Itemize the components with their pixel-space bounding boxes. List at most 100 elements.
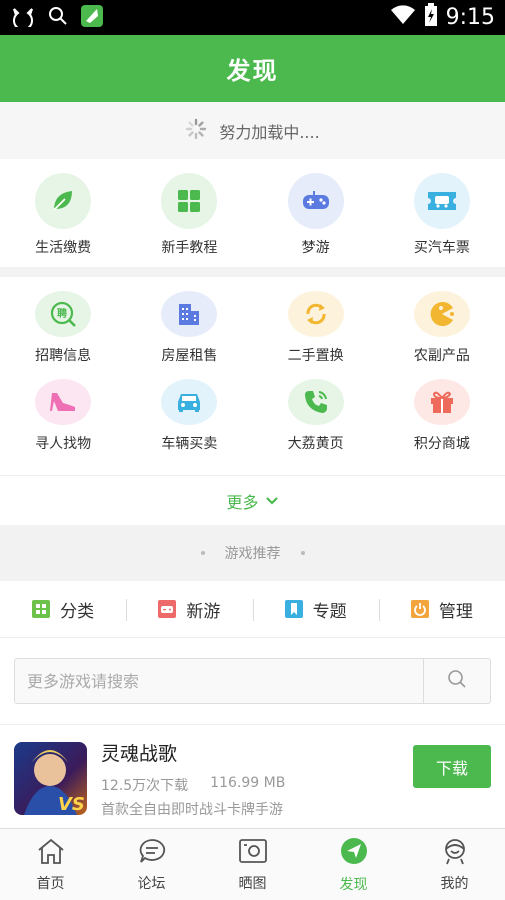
grid-item-label: 寻人找物	[35, 436, 92, 452]
manage-icon	[410, 600, 429, 618]
recruit-icon: 聘	[35, 291, 92, 337]
search-button[interactable]	[423, 659, 490, 703]
app-icon	[80, 4, 104, 32]
gamepad-icon	[287, 173, 344, 229]
wifi-icon	[390, 4, 416, 31]
tab-label: 管理	[438, 601, 473, 622]
grid-item-grid[interactable]: 新手教程	[126, 159, 252, 267]
grid-item-exchange[interactable]: 二手置换	[253, 277, 379, 365]
nav-item-home[interactable]: 首页	[0, 829, 101, 900]
tab-manage[interactable]: 管理	[378, 581, 505, 637]
nav-item-forum[interactable]: 论坛	[101, 829, 202, 900]
category-icon	[32, 600, 51, 618]
leaf-icon	[35, 173, 92, 229]
loading-banner: 努力加载中....	[0, 102, 505, 159]
nav-item-profile[interactable]: 我的	[404, 829, 505, 900]
grid-item-label: 招聘信息	[35, 348, 92, 364]
profile-icon	[440, 837, 470, 869]
grid-item-bus-ticket[interactable]: 买汽车票	[379, 159, 505, 267]
game-description: 首款全自由即时战斗卡牌手游	[101, 802, 283, 818]
bookmark-icon	[284, 600, 303, 618]
more-label: 更多	[226, 492, 259, 512]
bus-ticket-icon	[413, 173, 470, 229]
grid-item-label: 二手置换	[287, 348, 344, 364]
grid-item-label: 买汽车票	[413, 240, 470, 256]
home-icon	[36, 837, 66, 869]
chevron-down-icon	[265, 491, 279, 510]
tab-label: 分类	[60, 601, 95, 622]
nav-item-discover[interactable]: 发现	[303, 829, 404, 900]
service-grid-secondary: 聘招聘信息 房屋租售 二手置换 农副产品 寻人找物 车辆买卖 大荔黄页 积分商城	[0, 277, 505, 475]
grid-item-label: 房屋租售	[161, 348, 218, 364]
tab-new-game[interactable]: 新游	[126, 581, 252, 637]
search-icon	[48, 6, 68, 30]
nav-item-label: 首页	[36, 875, 65, 892]
new-game-icon	[158, 600, 177, 618]
download-button[interactable]: 下载	[413, 745, 491, 788]
building-icon	[161, 291, 218, 337]
grid-item-label: 车辆买卖	[161, 436, 218, 452]
bottom-nav: 首页 论坛 晒图 发现 我的	[0, 828, 505, 900]
service-grid-primary: 生活缴费 新手教程 梦游 买汽车票	[0, 159, 505, 267]
game-size: 116.99 MB	[210, 775, 286, 791]
pacman-icon	[413, 291, 470, 337]
game-list-item[interactable]: VS 灵魂战歌 12.5万次下载 116.99 MB 首款全自由即时战斗卡牌手游…	[0, 724, 505, 828]
spinner-icon	[185, 118, 207, 144]
grid-item-label: 梦游	[301, 240, 330, 256]
nav-item-label: 晒图	[238, 875, 267, 892]
tab-category[interactable]: 分类	[0, 581, 126, 637]
loading-text: 努力加载中....	[219, 122, 320, 142]
grid-item-gift[interactable]: 积分商城	[379, 365, 505, 453]
divider-dot	[200, 551, 205, 555]
discover-icon	[339, 836, 369, 870]
game-tabs: 分类 新游 专题 管理	[0, 581, 505, 638]
more-button[interactable]: 更多	[0, 475, 505, 525]
grid-item-label: 生活缴费	[35, 240, 92, 256]
cat-icon	[10, 5, 36, 31]
grid-item-gamepad[interactable]: 梦游	[253, 159, 379, 267]
grid-item-pacman[interactable]: 农副产品	[379, 277, 505, 365]
grid-icon	[161, 173, 218, 229]
game-downloads: 12.5万次下载	[101, 778, 189, 794]
nav-item-photo[interactable]: 晒图	[202, 829, 303, 900]
status-bar: 9:15	[0, 0, 505, 35]
tab-bookmark[interactable]: 专题	[252, 581, 379, 637]
game-name: 灵魂战歌	[101, 743, 178, 765]
tab-label: 专题	[312, 601, 347, 622]
grid-item-phone[interactable]: 大荔黄页	[253, 365, 379, 453]
forum-icon	[137, 837, 167, 869]
grid-item-label: 大荔黄页	[287, 436, 344, 452]
grid-item-label: 新手教程	[161, 240, 218, 256]
nav-item-label: 我的	[440, 875, 469, 892]
search-input[interactable]	[15, 659, 423, 703]
grid-item-building[interactable]: 房屋租售	[126, 277, 252, 365]
tab-label: 新游	[186, 601, 221, 622]
section-header: 游戏推荐	[0, 525, 505, 581]
grid-item-leaf[interactable]: 生活缴费	[0, 159, 126, 267]
status-time: 9:15	[445, 5, 495, 30]
svg-text:聘: 聘	[57, 307, 67, 320]
svg-text:VS: VS	[58, 794, 85, 815]
grid-item-shoe[interactable]: 寻人找物	[0, 365, 126, 453]
battery-icon	[424, 2, 438, 33]
page-title: 发现	[0, 35, 505, 102]
nav-item-label: 发现	[339, 876, 368, 893]
grid-item-label: 农副产品	[413, 348, 470, 364]
search-icon	[447, 669, 467, 693]
phone-icon	[287, 379, 344, 425]
nav-item-label: 论坛	[137, 875, 166, 892]
section-title: 游戏推荐	[224, 546, 281, 562]
grid-item-recruit[interactable]: 聘招聘信息	[0, 277, 126, 365]
car-icon	[161, 379, 218, 425]
shoe-icon	[35, 379, 92, 425]
divider-dot	[300, 551, 305, 555]
grid-item-car[interactable]: 车辆买卖	[126, 365, 252, 453]
search-area	[0, 638, 505, 724]
photo-icon	[238, 837, 268, 869]
game-thumbnail: VS	[14, 742, 87, 815]
search-box	[14, 658, 491, 704]
game-meta: 12.5万次下载 116.99 MB	[101, 775, 285, 795]
gift-icon	[413, 379, 470, 425]
grid-item-label: 积分商城	[413, 436, 470, 452]
exchange-icon	[287, 291, 344, 337]
